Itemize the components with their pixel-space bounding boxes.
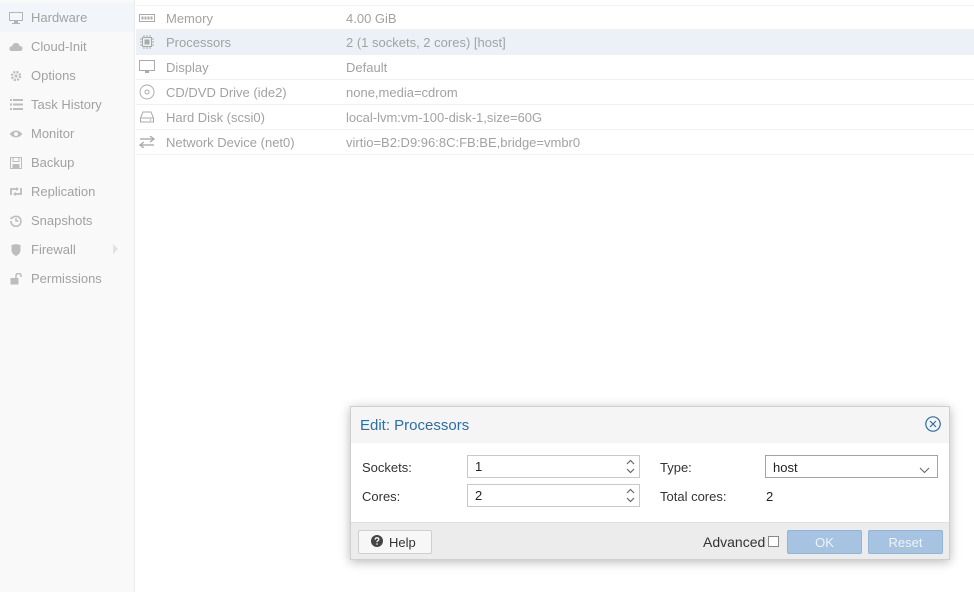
hardware-row-processors[interactable]: Processors 2 (1 sockets, 2 cores) [host]	[136, 30, 974, 55]
monitor-icon	[9, 11, 23, 25]
chevron-down-icon[interactable]	[624, 496, 636, 504]
sidebar-item-label: Hardware	[31, 10, 88, 25]
sidebar-item-label: Task History	[31, 97, 102, 112]
hardware-row-network[interactable]: Network Device (net0) virtio=B2:D9:96:8C…	[136, 130, 974, 155]
sidebar-item-snapshots[interactable]: Snapshots	[0, 206, 134, 235]
advanced-label: Advanced	[703, 534, 766, 550]
sidebar-item-options[interactable]: Options	[0, 61, 134, 90]
help-button-label: Help	[389, 534, 416, 550]
hardware-value: Default	[346, 60, 388, 75]
cpu-icon	[139, 34, 155, 50]
sidebar-item-task-history[interactable]: Task History	[0, 90, 134, 119]
hardware-row-display[interactable]: Display Default	[136, 55, 974, 80]
hardware-row-hard-disk[interactable]: Hard Disk (scsi0) local-lvm:vm-100-disk-…	[136, 105, 974, 130]
sidebar-item-label: Snapshots	[31, 213, 93, 228]
hardware-name: Hard Disk (scsi0)	[166, 110, 265, 125]
sidebar-item-label: Replication	[31, 184, 96, 199]
reset-button[interactable]: Reset	[868, 530, 943, 554]
ok-button[interactable]: OK	[787, 530, 862, 554]
sockets-stepper[interactable]	[467, 455, 640, 478]
edit-processors-dialog: Edit: Processors Sockets: Cores:	[350, 406, 950, 560]
retweet-icon	[9, 185, 23, 199]
type-label: Type:	[660, 460, 692, 475]
total-cores-value: 2	[766, 489, 774, 504]
chevron-up-icon[interactable]	[624, 487, 636, 495]
sidebar-item-replication[interactable]: Replication	[0, 177, 134, 206]
sockets-label: Sockets:	[362, 460, 412, 475]
desktop-icon	[139, 59, 155, 75]
sidebar-item-backup[interactable]: Backup	[0, 148, 134, 177]
hardware-value: virtio=B2:D9:96:8C:FB:BE,bridge=vmbr0	[346, 135, 581, 150]
cores-stepper[interactable]	[467, 484, 640, 507]
sidebar-item-label: Firewall	[31, 242, 76, 257]
sidebar-item-cloud-init[interactable]: Cloud-Init	[0, 32, 134, 61]
sidebar: Hardware Cloud-Init Options Task History…	[0, 0, 135, 592]
dialog-header: Edit: Processors	[351, 407, 949, 443]
gear-icon	[9, 69, 23, 83]
total-cores-label: Total cores:	[660, 489, 727, 504]
hardware-row-cdrom[interactable]: CD/DVD Drive (ide2) none,media=cdrom	[136, 80, 974, 105]
hardware-value: 4.00 GiB	[346, 11, 397, 26]
sidebar-item-firewall[interactable]: Firewall	[0, 235, 134, 264]
chevron-right-icon	[113, 244, 118, 254]
hdd-icon	[139, 109, 155, 125]
chevron-up-icon[interactable]	[624, 458, 636, 466]
advanced-checkbox[interactable]	[768, 536, 779, 547]
list-icon	[9, 98, 23, 112]
sidebar-item-permissions[interactable]: Permissions	[0, 264, 134, 293]
question-circle-icon	[371, 534, 383, 550]
floppy-icon	[9, 156, 23, 170]
sidebar-item-hardware[interactable]: Hardware	[0, 3, 134, 32]
hardware-value: none,media=cdrom	[346, 85, 458, 100]
chevron-down-icon[interactable]	[624, 467, 636, 475]
hardware-name: Memory	[166, 11, 213, 26]
dialog-footer: Help Advanced OK Reset	[351, 522, 949, 559]
chevron-down-icon[interactable]	[919, 462, 930, 477]
memory-icon	[139, 10, 155, 26]
hardware-name: Display	[166, 60, 209, 75]
cores-spin-buttons	[624, 487, 636, 504]
close-icon[interactable]	[925, 416, 941, 432]
help-button[interactable]: Help	[358, 530, 432, 554]
hardware-name: Network Device (net0)	[166, 135, 295, 150]
sidebar-item-label: Options	[31, 68, 76, 83]
exchange-icon	[139, 134, 155, 150]
type-select[interactable]: host	[765, 455, 938, 478]
dialog-body: Sockets: Cores:	[351, 443, 949, 522]
cdrom-icon	[139, 84, 155, 100]
sockets-input[interactable]	[468, 456, 625, 477]
cores-input[interactable]	[468, 485, 625, 506]
sidebar-item-monitor[interactable]: Monitor	[0, 119, 134, 148]
cores-label: Cores:	[362, 489, 401, 504]
app-window: Hardware Cloud-Init Options Task History…	[0, 0, 974, 592]
cloud-icon	[9, 40, 23, 54]
sidebar-item-label: Permissions	[31, 271, 102, 286]
hardware-value: local-lvm:vm-100-disk-1,size=60G	[346, 110, 543, 125]
hardware-value: 2 (1 sockets, 2 cores) [host]	[346, 35, 506, 50]
hardware-name: Processors	[166, 35, 232, 50]
sidebar-item-label: Cloud-Init	[31, 39, 87, 54]
dialog-title: Edit: Processors	[360, 417, 470, 434]
type-select-value: host	[773, 460, 798, 475]
sidebar-item-label: Monitor	[31, 126, 75, 141]
sockets-spin-buttons	[624, 458, 636, 475]
eye-icon	[9, 127, 23, 141]
history-icon	[9, 214, 23, 228]
shield-icon	[9, 243, 23, 257]
hardware-row-memory[interactable]: Memory 4.00 GiB	[136, 5, 974, 30]
sidebar-item-label: Backup	[31, 155, 75, 170]
hardware-name: CD/DVD Drive (ide2)	[166, 85, 287, 100]
unlock-icon	[9, 272, 23, 286]
